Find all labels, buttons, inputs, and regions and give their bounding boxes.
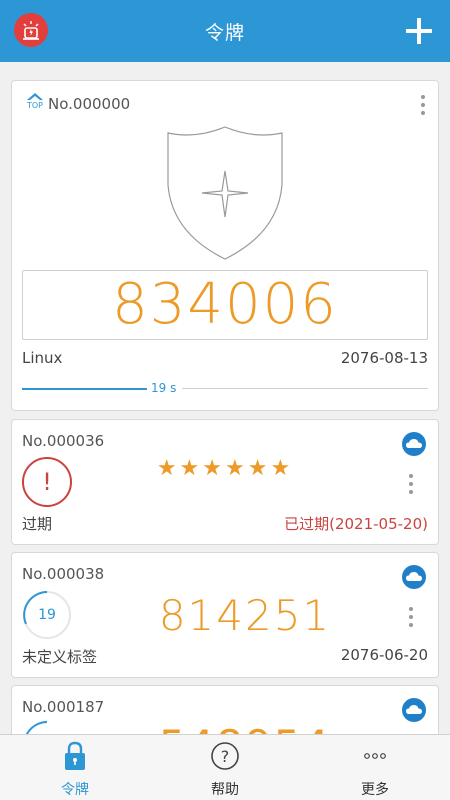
- nav-label: 更多: [361, 782, 389, 798]
- page-title: 令牌: [204, 22, 245, 44]
- token-label: 过期: [22, 515, 53, 533]
- add-token-button[interactable]: [406, 18, 432, 44]
- lock-icon: [65, 741, 85, 770]
- token-code[interactable]: 814251: [112, 591, 378, 640]
- top-app-bar: 令牌: [0, 0, 450, 62]
- shield-icon: [167, 126, 283, 260]
- token-code[interactable]: 834006: [22, 270, 428, 340]
- token-card[interactable]: No.000036 ! ★★★★★★ 过期 已过期(2021-05-20): [11, 419, 439, 545]
- more-options-icon[interactable]: [408, 474, 414, 494]
- nav-tab-token[interactable]: 令牌: [0, 735, 150, 800]
- more-icon: [364, 753, 386, 759]
- token-number: No.000000: [48, 95, 131, 113]
- token-label: 未定义标签: [22, 648, 98, 666]
- token-expiry-date: 2076-08-13: [340, 349, 428, 367]
- nav-tab-help[interactable]: ? 帮助: [150, 735, 300, 800]
- countdown-text: 19 s: [151, 381, 177, 395]
- cloud-sync-icon: [402, 565, 426, 589]
- pin-top-icon: TOP: [22, 93, 48, 115]
- token-number: No.000036: [22, 432, 105, 450]
- token-number: No.000038: [22, 565, 105, 583]
- countdown-seconds: 19: [38, 607, 56, 623]
- token-number: No.000187: [22, 698, 105, 716]
- cloud-sync-icon: [402, 698, 426, 722]
- token-card[interactable]: No.000038 19 814251 未定义标签 2076-06-20: [11, 552, 439, 678]
- countdown-track: [182, 388, 428, 389]
- top-badge-label: TOP: [26, 101, 43, 110]
- token-code-hidden: ★★★★★★: [156, 456, 294, 481]
- more-options-icon[interactable]: [408, 607, 414, 627]
- nav-label: 令牌: [61, 782, 89, 798]
- nav-tab-more[interactable]: 更多: [300, 735, 450, 800]
- svg-text:?: ?: [221, 747, 230, 766]
- help-icon: ?: [211, 742, 239, 770]
- bottom-navigation: 令牌 ? 帮助 更多: [0, 734, 450, 800]
- nav-label: 帮助: [211, 782, 239, 798]
- main-token-card[interactable]: TOP No.000000 834006 Linux 2076-08-13 19…: [11, 80, 439, 411]
- token-expiry-date: 2076-06-20: [340, 646, 428, 664]
- more-options-icon[interactable]: [420, 95, 426, 115]
- cloud-sync-icon: [402, 432, 426, 456]
- expired-status: 已过期(2021-05-20): [284, 515, 428, 533]
- countdown-progress-bar: [22, 388, 147, 390]
- token-label: Linux: [22, 349, 63, 367]
